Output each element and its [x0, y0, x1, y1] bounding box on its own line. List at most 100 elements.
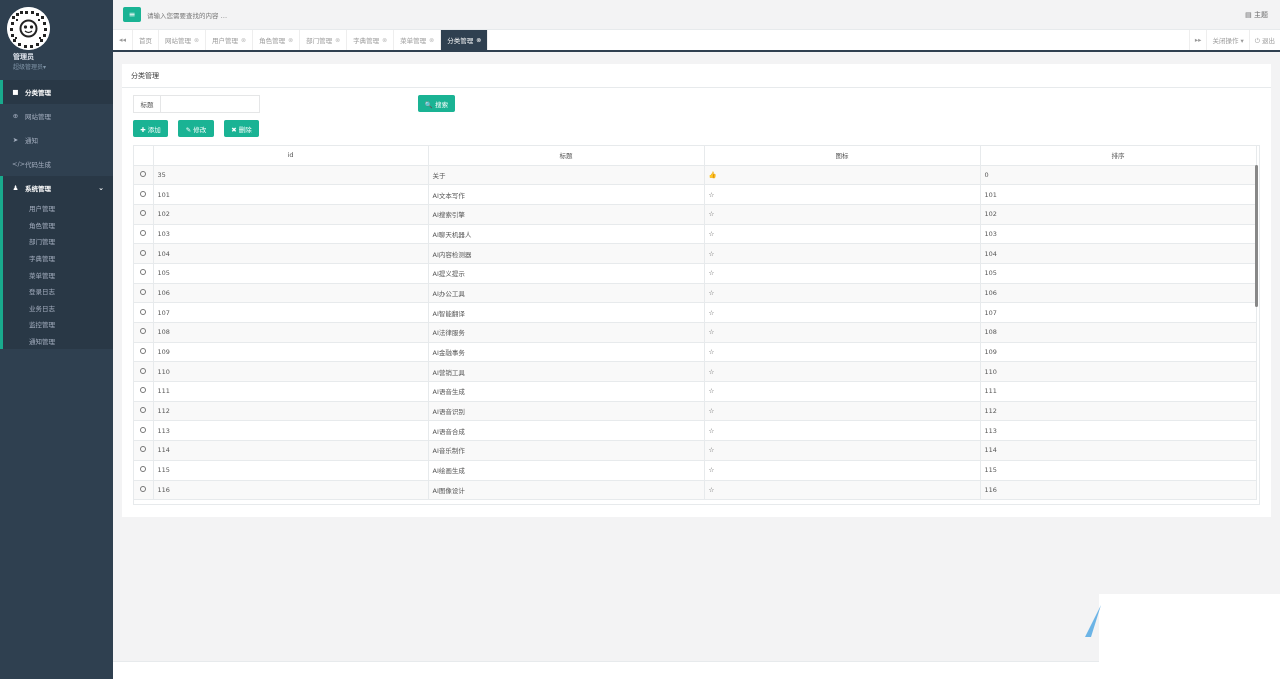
- table-row[interactable]: 108 AI法律服务 ☆ 108: [134, 322, 1257, 343]
- sidebar-item-label: 网站管理: [25, 113, 51, 121]
- table-row[interactable]: 102 AI搜索引擎 ☆ 102: [134, 204, 1257, 225]
- row-radio[interactable]: [140, 367, 147, 374]
- tab-users[interactable]: 用户管理 ⊗: [206, 30, 254, 50]
- cell-id: 116: [153, 480, 429, 501]
- table-row[interactable]: 109 AI金融事务 ☆ 109: [134, 342, 1257, 363]
- table-row[interactable]: 115 AI绘画生成 ☆ 115: [134, 460, 1257, 481]
- close-icon[interactable]: ⊗: [288, 37, 293, 44]
- column-header-id[interactable]: id: [153, 146, 429, 166]
- table-scrollbar[interactable]: [1255, 165, 1258, 307]
- table-row[interactable]: 112 AI语音识别 ☆ 112: [134, 401, 1257, 422]
- sidebar-subitem-monitor[interactable]: 监控管理: [3, 316, 113, 333]
- table-row[interactable]: 101 AI文本写作 ☆ 101: [134, 184, 1257, 205]
- cell-title: AI办公工具: [428, 283, 705, 304]
- table-row[interactable]: 114 AI音乐制作 ☆ 114: [134, 440, 1257, 461]
- cell-id: 107: [153, 302, 429, 323]
- row-radio[interactable]: [140, 210, 147, 217]
- column-header-sort[interactable]: 排序: [980, 146, 1257, 166]
- cell-id: 115: [153, 460, 429, 481]
- sidebar-item-codegen[interactable]: </> 代码生成: [0, 152, 113, 176]
- column-header-title[interactable]: 标题: [428, 146, 705, 166]
- tabs-scroll-right-button[interactable]: ▸▸: [1188, 30, 1207, 50]
- global-search-input[interactable]: [147, 9, 447, 22]
- row-radio[interactable]: [140, 426, 147, 433]
- row-radio[interactable]: [140, 466, 147, 473]
- theme-button[interactable]: ▤ 主题: [1245, 10, 1268, 20]
- tab-category[interactable]: 分类管理 ⊗: [441, 30, 489, 50]
- table-row[interactable]: 110 AI营销工具 ☆ 110: [134, 361, 1257, 383]
- row-select-cell: [134, 204, 154, 225]
- search-button[interactable]: 🔍 搜索: [418, 95, 455, 112]
- cell-title: AI语音合成: [428, 420, 705, 442]
- add-button[interactable]: ✚ 添加: [133, 120, 168, 137]
- star-icon: ☆: [708, 269, 715, 278]
- row-radio[interactable]: [140, 387, 147, 394]
- cell-sort: 101: [980, 184, 1257, 205]
- sidebar-item-website[interactable]: ⊕ 网站管理: [0, 104, 113, 128]
- sidebar-subitem-roles[interactable]: 角色管理: [3, 217, 113, 234]
- sidebar-subitem-dictionary[interactable]: 字典管理: [3, 250, 113, 267]
- table-row[interactable]: 35 关于 👍 0: [134, 165, 1257, 186]
- sidebar-subitem-notices[interactable]: 通知管理: [3, 333, 113, 350]
- star-icon: ☆: [708, 387, 715, 396]
- sidebar-subitem-business-log[interactable]: 业务日志: [3, 300, 113, 317]
- sidebar-subitem-login-log[interactable]: 登录日志: [3, 283, 113, 300]
- logout-button[interactable]: ⏻ 退出: [1248, 30, 1280, 50]
- cell-icon: 👍: [704, 165, 981, 186]
- tab-roles[interactable]: 角色管理 ⊗: [253, 30, 301, 50]
- cell-icon: ☆: [704, 224, 981, 245]
- table-row[interactable]: 113 AI语音合成 ☆ 113: [134, 420, 1257, 442]
- close-icon[interactable]: ⊗: [194, 37, 199, 44]
- row-radio[interactable]: [140, 407, 147, 414]
- close-operations-dropdown[interactable]: 关闭操作 ▾: [1206, 30, 1248, 50]
- sidebar-subitem-menus[interactable]: 菜单管理: [3, 266, 113, 283]
- cell-sort: 106: [980, 283, 1257, 304]
- close-icon[interactable]: ⊗: [335, 37, 340, 44]
- row-radio[interactable]: [140, 348, 147, 355]
- tab-menus[interactable]: 菜单管理 ⊗: [394, 30, 442, 50]
- column-header-icon[interactable]: 图标: [704, 146, 981, 166]
- title-filter-label: 标题: [133, 95, 160, 113]
- cell-id: 101: [153, 184, 429, 205]
- sidebar-item-notice[interactable]: ➤ 通知: [0, 128, 113, 152]
- chevron-down-icon: ⌄: [98, 184, 104, 192]
- row-radio[interactable]: [140, 328, 147, 335]
- row-radio[interactable]: [140, 485, 147, 492]
- edit-button[interactable]: ✎ 修改: [178, 120, 214, 137]
- row-radio[interactable]: [140, 308, 147, 315]
- row-radio[interactable]: [140, 170, 147, 177]
- tab-home[interactable]: 首页: [133, 30, 159, 50]
- close-icon[interactable]: ⊗: [382, 37, 387, 44]
- tab-website[interactable]: 网站管理 ⊗: [159, 30, 207, 50]
- menu-toggle-button[interactable]: ≡: [123, 7, 141, 22]
- table-row[interactable]: 107 AI智能翻译 ☆ 107: [134, 302, 1257, 323]
- sidebar-subitem-users[interactable]: 用户管理: [3, 200, 113, 217]
- table-row[interactable]: 116 AI图像设计 ☆ 116: [134, 480, 1257, 501]
- row-radio[interactable]: [140, 269, 147, 276]
- tab-list: 首页 网站管理 ⊗ 用户管理 ⊗ 角色管理 ⊗ 部门管理 ⊗ 字典管理 ⊗ 菜单管理 ⊗ 分…: [133, 30, 489, 50]
- close-icon[interactable]: ⊗: [476, 37, 481, 44]
- sidebar-subitem-departments[interactable]: 部门管理: [3, 233, 113, 250]
- row-radio[interactable]: [140, 288, 147, 295]
- close-icon[interactable]: ⊗: [241, 37, 246, 44]
- table-row[interactable]: 105 AI提义提示 ☆ 105: [134, 263, 1257, 284]
- row-radio[interactable]: [140, 229, 147, 236]
- table-row[interactable]: 103 AI聊天机器人 ☆ 103: [134, 224, 1257, 245]
- table-row[interactable]: 106 AI办公工具 ☆ 106: [134, 283, 1257, 304]
- close-icon[interactable]: ⊗: [429, 37, 434, 44]
- row-radio[interactable]: [140, 190, 147, 197]
- table-row[interactable]: 104 AI内容检测器 ☆ 104: [134, 243, 1257, 264]
- data-table: id 标题 图标 排序 35 关于 👍 0 101 AI文本写作 ☆ 101 102 AI搜索引擎…: [134, 146, 1257, 501]
- sidebar-item-category[interactable]: ■ 分类管理: [0, 80, 113, 104]
- delete-button[interactable]: ✖ 删除: [224, 120, 259, 137]
- tab-label: 网站管理: [165, 37, 191, 45]
- tab-dictionary[interactable]: 字典管理 ⊗: [347, 30, 395, 50]
- table-row[interactable]: 111 AI语音生成 ☆ 111: [134, 381, 1257, 402]
- sidebar-item-system[interactable]: ♟ 系统管理 ⌄: [3, 176, 113, 200]
- user-role-dropdown[interactable]: 超级管理员▾: [13, 62, 46, 71]
- tab-departments[interactable]: 部门管理 ⊗: [300, 30, 348, 50]
- row-radio[interactable]: [140, 446, 147, 453]
- title-filter-input[interactable]: [160, 95, 260, 113]
- row-radio[interactable]: [140, 249, 147, 256]
- tabs-scroll-left-button[interactable]: ◂◂: [113, 30, 133, 50]
